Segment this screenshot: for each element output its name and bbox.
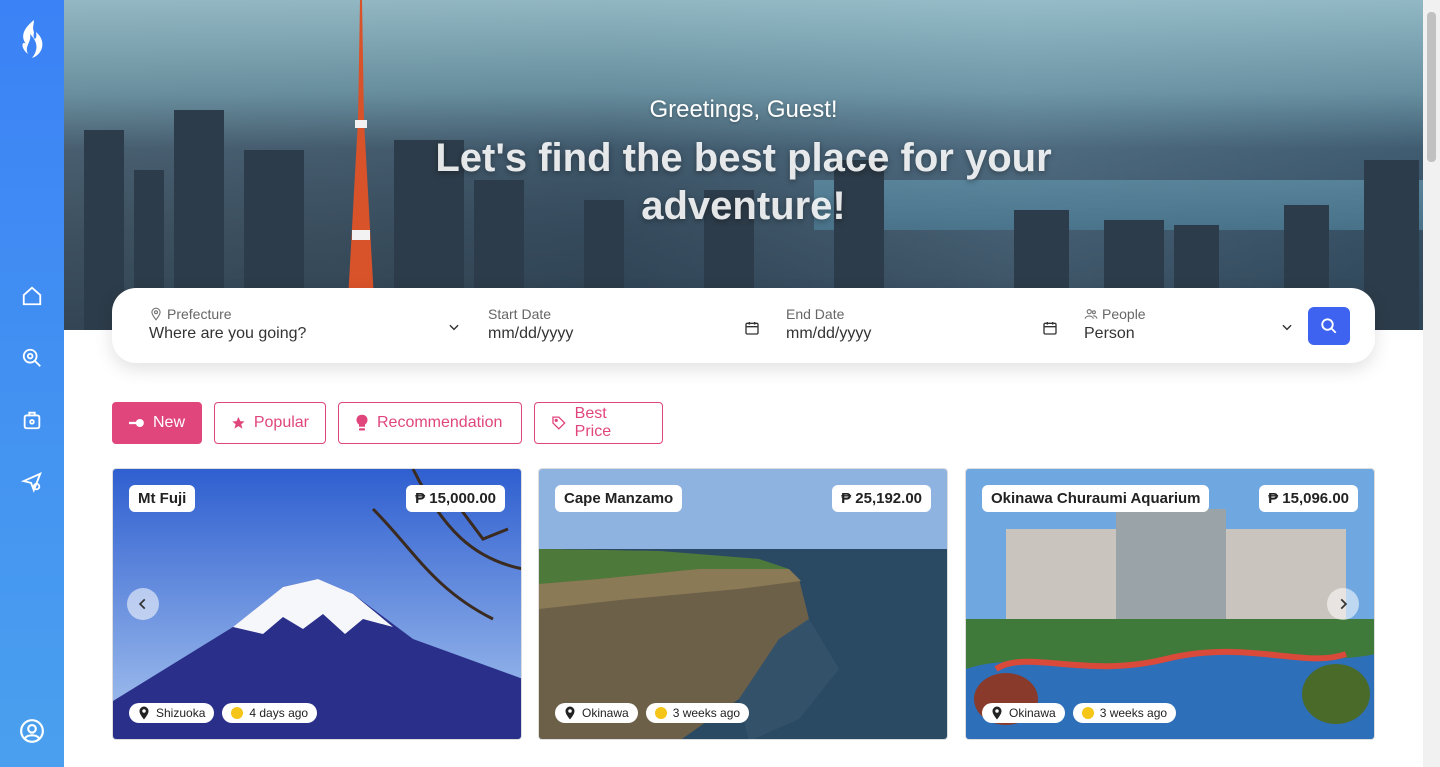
prefecture-field[interactable]: Prefecture Where are you going?: [149, 306, 464, 346]
filter-new-button[interactable]: New: [112, 402, 202, 444]
filter-label: Best Price: [574, 405, 612, 440]
card-location: Okinawa: [582, 706, 629, 720]
start-date-field[interactable]: Start Date mm/dd/yyyy: [488, 306, 760, 346]
end-date-field[interactable]: End Date mm/dd/yyyy: [786, 306, 1058, 346]
location-chip: Okinawa: [982, 703, 1065, 723]
location-pin-icon: [565, 706, 575, 720]
prefecture-label: Prefecture: [167, 306, 232, 322]
time-chip: 3 weeks ago: [645, 703, 750, 723]
card-location: Shizuoka: [156, 706, 206, 720]
destination-card[interactable]: Mt Fuji ₱ 15,000.00 Shizuoka 4 days ago: [112, 468, 522, 740]
people-select[interactable]: Person: [1084, 325, 1294, 343]
card-title: Mt Fuji: [129, 485, 196, 512]
filter-label: Recommendation: [377, 414, 503, 431]
sidebar: [0, 0, 64, 767]
search-bar: Prefecture Where are you going? Start Da…: [112, 288, 1375, 363]
bag-nav-icon[interactable]: [16, 404, 48, 436]
card-price: ₱ 15,096.00: [1259, 485, 1358, 512]
location-pin-icon: [139, 706, 149, 720]
card-meta: Okinawa 3 weeks ago: [555, 703, 750, 723]
carousel-next-button[interactable]: [1327, 588, 1359, 620]
filter-popular-button[interactable]: Popular: [214, 402, 326, 444]
lightbulb-icon: [356, 414, 368, 431]
end-date-input[interactable]: mm/dd/yyyy: [786, 325, 1058, 343]
card-meta: Okinawa 3 weeks ago: [982, 703, 1177, 723]
carousel-prev-button[interactable]: [127, 588, 159, 620]
hero-text: Greetings, Guest! Let's find the best pl…: [64, 96, 1423, 230]
chevron-left-icon: [138, 598, 146, 610]
search-button[interactable]: [1308, 307, 1350, 345]
end-date-label: End Date: [786, 306, 845, 322]
location-chip: Okinawa: [555, 703, 638, 723]
search-explore-nav-icon[interactable]: [16, 342, 48, 374]
chevron-down-icon[interactable]: [1280, 320, 1294, 334]
time-dot-icon: [1081, 707, 1094, 719]
calendar-icon[interactable]: [1042, 320, 1058, 336]
filter-tabs: New Popular Recommendation Best Price: [112, 402, 663, 444]
filter-label: Popular: [253, 414, 309, 431]
card-time: 3 weeks ago: [672, 706, 741, 720]
card-time: 4 days ago: [249, 706, 309, 720]
user-profile-icon[interactable]: [16, 715, 48, 747]
send-nav-icon[interactable]: [16, 466, 48, 498]
people-field[interactable]: People Person: [1084, 306, 1294, 346]
destination-card[interactable]: Okinawa Churaumi Aquarium ₱ 15,096.00 Ok…: [965, 468, 1375, 740]
card-location: Okinawa: [1009, 706, 1056, 720]
chevron-down-icon[interactable]: [447, 320, 461, 334]
people-label: People: [1102, 306, 1146, 322]
greeting: Greetings, Guest!: [649, 96, 838, 123]
start-date-label: Start Date: [488, 306, 552, 322]
page-scrollbar[interactable]: [1423, 0, 1440, 767]
chevron-right-icon: [1340, 598, 1348, 610]
prefecture-label-row: Prefecture: [149, 306, 464, 322]
star-icon: [232, 416, 245, 429]
filter-best-price-button[interactable]: Best Price: [534, 402, 663, 444]
tag-icon: [552, 416, 566, 430]
filter-label: New: [152, 414, 185, 431]
time-dot-icon: [231, 707, 244, 719]
home-nav-icon[interactable]: [16, 280, 48, 312]
card-price: ₱ 15,000.00: [406, 485, 505, 512]
people-label-row: People: [1084, 306, 1294, 322]
location-chip: Shizuoka: [129, 703, 215, 723]
start-date-input[interactable]: mm/dd/yyyy: [488, 325, 760, 343]
time-chip: 4 days ago: [222, 703, 318, 723]
scrollbar-thumb[interactable]: [1427, 12, 1436, 162]
destination-card[interactable]: Cape Manzamo ₱ 25,192.00 Okinawa 3 weeks…: [538, 468, 948, 740]
card-title: Cape Manzamo: [555, 485, 683, 512]
time-dot-icon: [654, 707, 667, 719]
time-chip: 3 weeks ago: [1072, 703, 1177, 723]
location-pin-icon: [151, 307, 161, 321]
calendar-icon[interactable]: [744, 320, 760, 336]
hero-headline: Let's find the best place for your adven…: [435, 136, 1052, 228]
location-pin-icon: [992, 706, 1002, 720]
card-price: ₱ 25,192.00: [832, 485, 931, 512]
prefecture-select[interactable]: Where are you going?: [149, 325, 464, 343]
toggle-icon: [129, 419, 144, 427]
logo-flame-icon[interactable]: [14, 18, 50, 62]
card-time: 3 weeks ago: [1099, 706, 1168, 720]
people-icon: [1084, 309, 1098, 319]
card-title: Okinawa Churaumi Aquarium: [982, 485, 1210, 512]
filter-recommendation-button[interactable]: Recommendation: [338, 402, 522, 444]
search-icon: [1321, 318, 1337, 334]
card-meta: Shizuoka 4 days ago: [129, 703, 318, 723]
